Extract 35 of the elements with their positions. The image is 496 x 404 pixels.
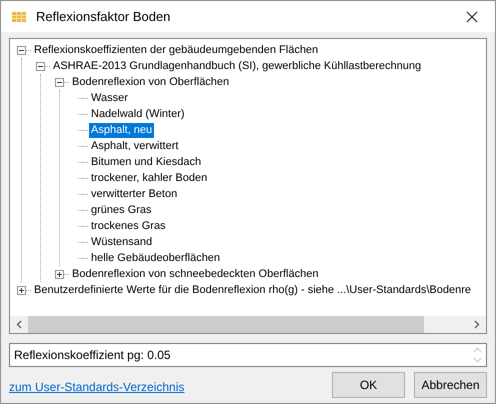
scroll-left-icon[interactable]	[16, 320, 22, 329]
tree-item[interactable]: Reflexionskoeffizienten der gebäudeumgebenden Flächen	[32, 42, 320, 58]
tree-item[interactable]: Asphalt, verwittert	[89, 138, 180, 154]
tree-item[interactable]: grünes Gras	[89, 202, 154, 218]
tree-item[interactable]: Wasser	[89, 90, 130, 106]
tree-item[interactable]: Bodenreflexion von Oberflächen	[70, 74, 232, 90]
expand-icon[interactable]	[55, 270, 64, 278]
collapse-icon[interactable]	[36, 62, 45, 70]
scroll-arrows-icon	[473, 346, 482, 364]
tree-item[interactable]: ASHRAE-2013 Grundlagenhandbuch (SI), gewerbliche Kühllastberechnung	[51, 58, 424, 74]
tree-item[interactable]: helle Gebäudeoberflächen	[89, 250, 222, 266]
tree-item[interactable]: Bodenreflexion von schneebedeckten Oberflächen	[70, 266, 320, 282]
expand-icon[interactable]	[17, 286, 26, 294]
tree-item[interactable]: Nadelwald (Winter)	[89, 106, 187, 122]
scroll-right-icon[interactable]	[474, 320, 480, 329]
collapse-icon[interactable]	[55, 78, 64, 86]
tree-item[interactable]: Benutzerdefinierte Werte für die Bodenreflexion rho(g) - siehe ...\User-Standards\Bodenre	[32, 282, 473, 298]
tree-item[interactable]: Bitumen und Kiesdach	[89, 154, 204, 170]
result-field[interactable]: Reflexionskoeffizient pg: 0.05	[9, 343, 487, 367]
tree-view[interactable]	[9, 38, 487, 334]
close-icon	[466, 10, 478, 22]
table-icon	[12, 12, 26, 22]
horizontal-scrollbar[interactable]	[10, 316, 486, 333]
tree-item[interactable]: Asphalt, neu	[89, 122, 154, 138]
collapse-icon[interactable]	[17, 46, 26, 54]
ok-button[interactable]: OK	[332, 372, 405, 398]
scrollbar-thumb[interactable]	[28, 316, 424, 333]
tree-item[interactable]: verwitterter Beton	[89, 186, 180, 202]
result-text: Reflexionskoeffizient pg: 0.05	[14, 348, 172, 362]
window-title: Reflexionsfaktor Boden	[36, 9, 172, 24]
cancel-button[interactable]: Abbrechen	[414, 372, 487, 398]
tree-item[interactable]: Wüstensand	[89, 234, 154, 250]
tree-item[interactable]: trockenes Gras	[89, 218, 168, 234]
directory-link[interactable]: zum User-Standards-Verzeichnis	[9, 380, 184, 394]
tree-item[interactable]: trockener, kahler Boden	[89, 170, 210, 186]
